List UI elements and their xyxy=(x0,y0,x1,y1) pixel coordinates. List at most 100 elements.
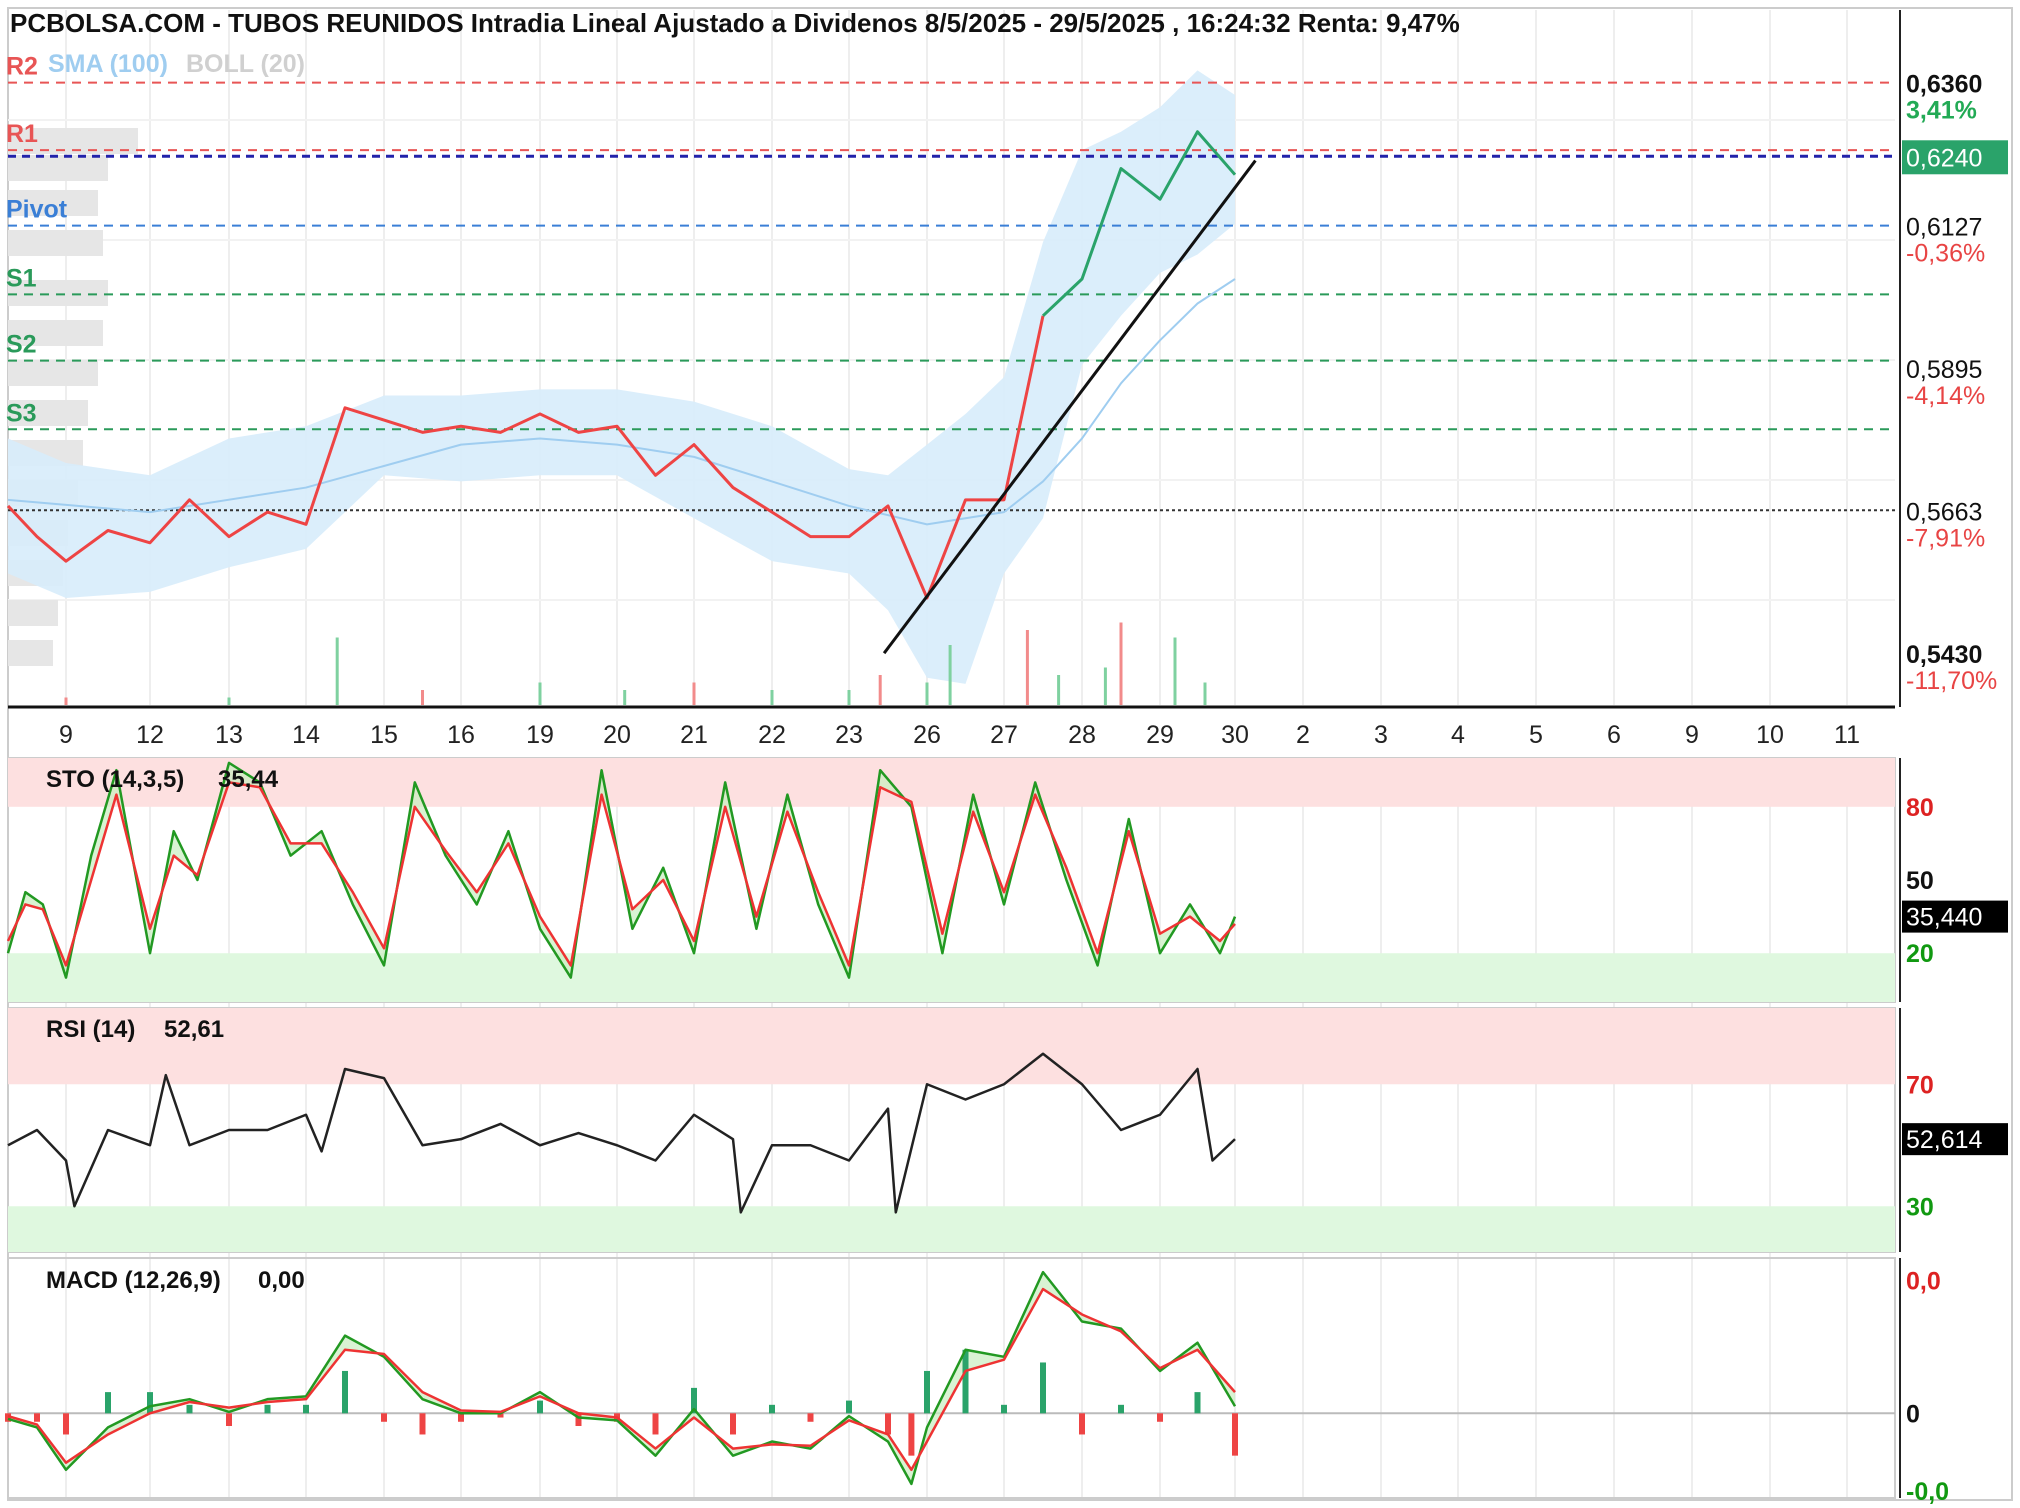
price-y-axis: 0,63603,41% 0,6240 0,6127-0,36% 0,5895-4,14… xyxy=(1902,71,2008,695)
macd-histogram-bar xyxy=(962,1349,969,1414)
price-tick-label: 0,6127 xyxy=(1906,214,1982,242)
x-tick-label: 12 xyxy=(136,721,164,749)
x-tick-label: 28 xyxy=(1068,721,1096,749)
macd-histogram-bar xyxy=(537,1400,543,1414)
volume-bar xyxy=(692,682,696,705)
sto-value: 35,44 xyxy=(218,766,279,793)
volume-bar xyxy=(1119,622,1123,705)
level-label-s3: S3 xyxy=(6,399,37,427)
macd-histogram-bar xyxy=(807,1413,814,1422)
series-gap-fill xyxy=(8,1272,1235,1484)
volume-bar xyxy=(948,645,952,705)
level-label-s2: S2 xyxy=(6,331,37,359)
price-pct-label: 3,41% xyxy=(1906,97,1977,125)
volume-bar xyxy=(1057,675,1061,705)
volume-bar xyxy=(878,675,882,705)
indicator-line-1 xyxy=(7,1287,1236,1472)
panel-band xyxy=(8,953,1895,1002)
panel-tick-label: 20 xyxy=(1906,940,1934,968)
macd-histogram-bar xyxy=(652,1413,659,1435)
macd-histogram-bar xyxy=(63,1413,69,1435)
x-tick-label: 11 xyxy=(1834,721,1860,749)
panel-current-label: 35,440 xyxy=(1906,904,1982,932)
macd-histogram-bar xyxy=(147,1392,153,1414)
x-tick-label: 14 xyxy=(292,721,320,749)
x-tick-label: 13 xyxy=(215,721,243,749)
macd-histogram-bar xyxy=(908,1413,915,1456)
x-tick-label: 9 xyxy=(59,721,73,749)
price-tick-label: 0,6360 xyxy=(1906,71,1982,99)
sto-panel: 80 50 20 35,440 xyxy=(6,757,2008,1003)
volume-bar xyxy=(227,697,231,705)
x-tick-label: 5 xyxy=(1529,721,1543,749)
volume-bar xyxy=(623,690,627,705)
macd-value: 0,00 xyxy=(258,1267,305,1294)
macd-histogram-bar xyxy=(1040,1362,1046,1414)
chart-canvas: R2R1PivotS1S2S3 0,63603,41%0,62400,6127-… xyxy=(5,7,2013,1506)
panel-band xyxy=(8,758,1895,807)
sto-label: STO (14,3,5) xyxy=(46,766,184,793)
x-tick-label: 2 xyxy=(1296,721,1310,749)
volume-profile-bar xyxy=(8,155,108,181)
x-tick-label: 23 xyxy=(835,721,863,749)
panel-tick-label: 0 xyxy=(1906,1400,1920,1428)
volume-profile-bar xyxy=(8,360,98,386)
rsi-value: 52,61 xyxy=(164,1016,224,1043)
macd-histogram-bar xyxy=(846,1400,852,1414)
volume-bar xyxy=(1203,682,1207,705)
volume-bar xyxy=(1103,667,1107,705)
price-tick-label: 0,5663 xyxy=(1906,498,1982,526)
legend-sma: SMA (100) xyxy=(48,50,168,78)
volume-bar xyxy=(1025,630,1029,705)
x-tick-label: 20 xyxy=(603,721,631,749)
x-tick-label: 4 xyxy=(1451,721,1465,749)
macd-histogram-bar xyxy=(924,1370,930,1414)
x-tick-label: 16 xyxy=(447,721,475,749)
macd-histogram-bar xyxy=(419,1413,426,1435)
x-tick-label: 27 xyxy=(990,721,1018,749)
level-label-r2: R2 xyxy=(6,53,38,81)
volume-bar xyxy=(64,697,68,705)
x-axis: 9 12 13 14 15 16 19 20 21 22 23 26 27 28 29 30 2 3 4 5 6 9 10 1… xyxy=(59,721,1860,749)
macd-histogram-bar xyxy=(1194,1392,1201,1414)
volume-profile-bar xyxy=(8,230,103,256)
legend-boll: BOLL (20) xyxy=(186,50,305,78)
current-price-label: 0,6240 xyxy=(1906,144,1982,172)
x-tick-label: 19 xyxy=(526,721,554,749)
price-pct-label: -4,14% xyxy=(1906,382,1985,410)
bollinger-band xyxy=(8,70,1235,684)
panel-band xyxy=(8,1008,1895,1085)
macd-label: MACD (12,26,9) xyxy=(46,1267,221,1294)
macd-histogram-bar xyxy=(730,1413,736,1435)
volume-profile-bar xyxy=(8,640,53,666)
volume-bar xyxy=(770,690,774,705)
panel-tick-label: 0,0 xyxy=(1906,1268,1941,1296)
volume-bar xyxy=(847,690,851,705)
panel-tick-label: 50 xyxy=(1906,867,1934,895)
macd-histogram-bar xyxy=(769,1404,775,1414)
volume-bar xyxy=(421,690,424,705)
volume-bar xyxy=(335,637,339,705)
macd-histogram-bar xyxy=(1232,1413,1238,1456)
macd-histogram-bar xyxy=(105,1392,111,1414)
x-tick-label: 6 xyxy=(1607,721,1621,749)
macd-histogram-bar xyxy=(1157,1413,1163,1422)
price-tick-label: 0,5895 xyxy=(1906,356,1982,384)
level-label-r1: R1 xyxy=(6,120,38,148)
panel-tick-label: 30 xyxy=(1906,1193,1934,1221)
rsi-label: RSI (14) xyxy=(46,1016,135,1043)
volume-bar xyxy=(1173,637,1177,705)
price-pct-label: -11,70% xyxy=(1906,667,1997,695)
macd-histogram-bar xyxy=(226,1413,232,1426)
volume-bar xyxy=(925,682,929,705)
x-tick-label: 10 xyxy=(1756,721,1784,749)
macd-histogram-bar xyxy=(34,1413,40,1422)
volume-profile-bar xyxy=(8,600,58,626)
macd-histogram-bar xyxy=(342,1370,348,1414)
rsi-panel: 70 30 52,614 xyxy=(7,1007,2008,1253)
macd-histogram-bar xyxy=(458,1413,464,1422)
panel-current-label: 52,614 xyxy=(1906,1126,1983,1154)
macd-histogram-bar xyxy=(1079,1413,1085,1435)
volume-bar xyxy=(538,682,542,705)
macd-histogram-bar xyxy=(264,1404,271,1414)
